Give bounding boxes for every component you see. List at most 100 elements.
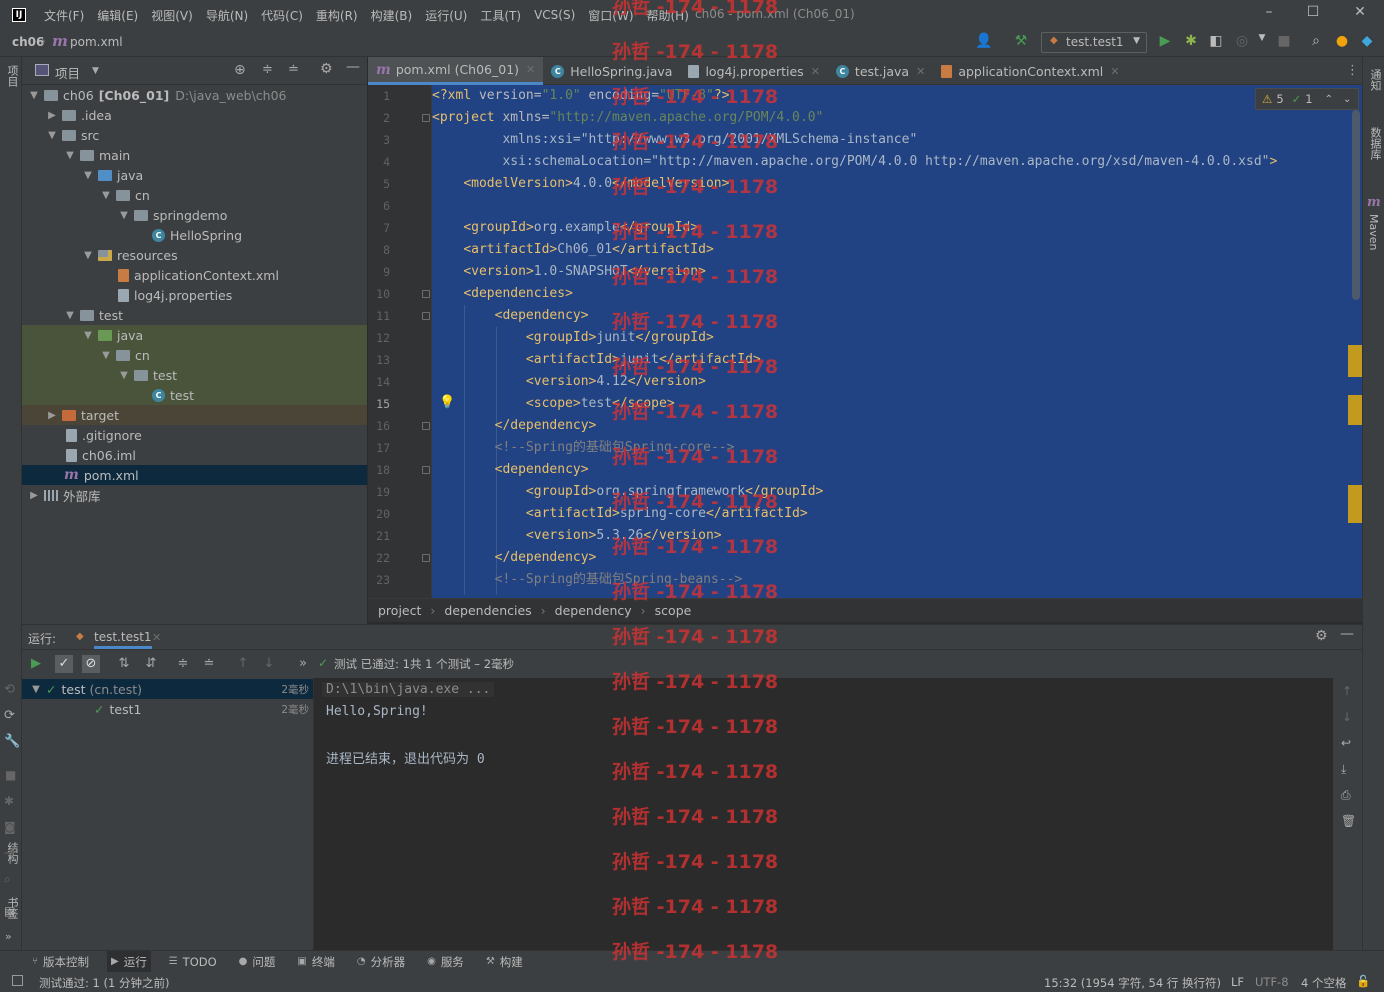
tree-item-springdemo[interactable]: ▼ springdemo [22,205,367,225]
tool-problems[interactable]: ● 问题 [235,951,280,973]
code-line[interactable]: <version>4.12</version> [432,371,706,393]
code-line[interactable]: <artifactId>Ch06_01</artifactId> [432,239,713,261]
tree-item-src[interactable]: ▼ src [22,125,367,145]
run-tab-test1[interactable]: test.test1 [94,630,152,649]
chevron-down-icon[interactable]: ▼ [92,66,99,76]
chevron-down-icon[interactable]: ▼ [82,170,94,181]
editor-scrollbar[interactable] [1352,110,1360,300]
menu-tools[interactable]: 工具(T) [480,7,521,24]
chevron-down-icon[interactable]: ▼ [28,90,40,101]
show-passed-icon[interactable]: ✓ [55,655,73,673]
layout-toggle-icon[interactable] [12,975,23,986]
tree-item-external-libs[interactable]: ▶ 外部库 [22,485,367,505]
gear-icon[interactable]: ⚙ [1315,628,1328,644]
tree-item-target[interactable]: ▶ target [22,405,367,425]
expand-all-icon[interactable]: ≑ [174,655,192,673]
fold-marker-icon[interactable] [422,290,430,298]
database-tool-button[interactable]: 数据库 [1367,127,1383,163]
dump-threads-icon[interactable]: ✱ [4,794,14,808]
tree-item-log4j[interactable]: log4j.properties [22,285,367,305]
sort-alpha-icon[interactable]: ⇅ [115,655,133,673]
previous-failed-icon[interactable]: ↑ [234,655,252,673]
hide-panel-icon[interactable]: — [346,59,360,75]
search-icon[interactable]: ⌕ [1307,33,1325,49]
error-stripe-marker[interactable] [1348,485,1362,523]
notifications-tool-button[interactable]: 通知 [1367,69,1383,94]
more-tabs-icon[interactable]: ⋮ [1346,63,1359,78]
toggle-auto-test-icon[interactable]: ⟳ [4,708,15,723]
console-output[interactable]: D:\1\bin\java.exe ... Hello,Spring! 进程已结… [315,678,1333,950]
arrow-down-icon[interactable]: ↓ [1342,710,1352,724]
minimize-icon[interactable]: – [1259,4,1279,20]
code-editor[interactable]: <?xml version="1.0" encoding="UTF-8"?> <p… [432,85,1362,598]
camera-icon[interactable]: ◙ [4,820,16,834]
maximize-icon[interactable]: ☐ [1303,4,1323,20]
coverage-icon[interactable]: ◧ [1207,33,1225,49]
indent-setting[interactable]: 4 个空格 [1301,975,1346,991]
menu-edit[interactable]: 编辑(E) [97,7,138,24]
menu-code[interactable]: 代码(C) [261,7,303,24]
breadcrumb-item[interactable]: project [378,603,421,618]
chevron-down-icon[interactable]: ▼ [118,370,130,381]
chevron-right-icon[interactable]: ▶ [46,410,58,421]
menu-file[interactable]: 文件(F) [44,7,84,24]
code-line[interactable]: <!--Spring的基础包Spring-beans--> [432,569,743,591]
breadcrumb-item[interactable]: dependency [555,603,632,618]
menu-view[interactable]: 视图(V) [151,7,193,24]
code-line[interactable]: <scope>test</scope> [432,393,675,415]
chevron-down-icon[interactable]: ▼ [82,250,94,261]
fold-marker-icon[interactable] [422,554,430,562]
next-failed-icon[interactable]: ↓ [260,655,278,673]
code-line[interactable]: <dependency> [432,459,589,481]
menu-vcs[interactable]: VCS(S) [534,8,575,22]
code-line[interactable]: <artifactId>spring-core</artifactId> [432,503,808,525]
code-line[interactable]: <version>5.3.26</version> [432,525,722,547]
lightbulb-icon[interactable]: 💡 [439,395,455,410]
tree-item-ch06[interactable]: ▼ ch06 [Ch06_01] D:\java_web\ch06 [22,85,367,105]
test-result-row[interactable]: ▼ ✓ test (cn.test) 2毫秒 [22,679,313,699]
stop-icon[interactable]: ■ [1275,33,1293,49]
chevron-down-icon[interactable]: ▼ [46,130,58,141]
menu-help[interactable]: 帮助(H) [647,7,689,24]
project-tool-button[interactable]: 项目 [4,65,20,90]
close-icon[interactable]: ✕ [526,63,535,76]
tab-test[interactable]: C test.java ✕ [828,57,933,85]
run-config-select[interactable]: ◆ test.test1 ▼ [1041,32,1147,53]
chevron-down-icon[interactable]: ▼ [82,330,94,341]
update-icon[interactable]: ● [1333,33,1351,49]
tree-item-test-pkg[interactable]: ▼ test [22,365,367,385]
tree-item-resources[interactable]: ▼ resources [22,245,367,265]
tool-services[interactable]: ◉ 服务 [423,951,468,973]
fold-marker-icon[interactable] [422,466,430,474]
collapse-all-icon[interactable]: ≐ [288,62,299,77]
tool-build[interactable]: ⚒ 构建 [482,951,527,973]
tool-version-control[interactable]: ⑂ 版本控制 [28,951,93,973]
layout-icon[interactable]: ▤ [4,904,15,918]
menu-window[interactable]: 窗口(W) [588,7,633,24]
tool-run[interactable]: ▶ 运行 [107,950,151,973]
wrench-icon[interactable]: 🔧 [4,734,20,749]
run-icon[interactable]: ▶ [1156,33,1174,49]
tree-item-gitignore[interactable]: .gitignore [22,425,367,445]
tree-item-appcontext[interactable]: applicationContext.xml [22,265,367,285]
user-icon[interactable]: 👤 [975,33,993,49]
stop-icon[interactable]: ■ [5,768,16,782]
error-stripe-marker[interactable] [1348,395,1362,425]
tab-hellospring[interactable]: C HelloSpring.java [543,57,680,85]
code-line[interactable]: <groupId>org.springframework</groupId> [432,481,823,503]
code-line[interactable]: <artifactId>junit</artifactId> [432,349,761,371]
gear-icon[interactable]: ⚙ [320,61,333,77]
menu-build[interactable]: 构建(B) [371,7,413,24]
close-window-icon[interactable]: ✕ [1350,4,1370,20]
tool-terminal[interactable]: ▣ 终端 [293,951,338,973]
chevron-down-icon[interactable]: ▼ [64,150,76,161]
breadcrumb-project[interactable]: ch06 [12,35,44,49]
more-icon[interactable]: » [5,930,12,943]
tree-item-test-class[interactable]: C test [22,385,367,405]
code-line[interactable]: <dependency> [432,305,589,327]
code-line[interactable]: <version>1.0-SNAPSHOT</version> [432,261,706,283]
soft-wrap-icon[interactable]: ↩ [1341,736,1351,750]
chevron-right-icon[interactable]: ▶ [46,110,58,121]
more-icon[interactable]: » [294,655,312,673]
print-icon[interactable]: ⎙ [1341,788,1351,803]
